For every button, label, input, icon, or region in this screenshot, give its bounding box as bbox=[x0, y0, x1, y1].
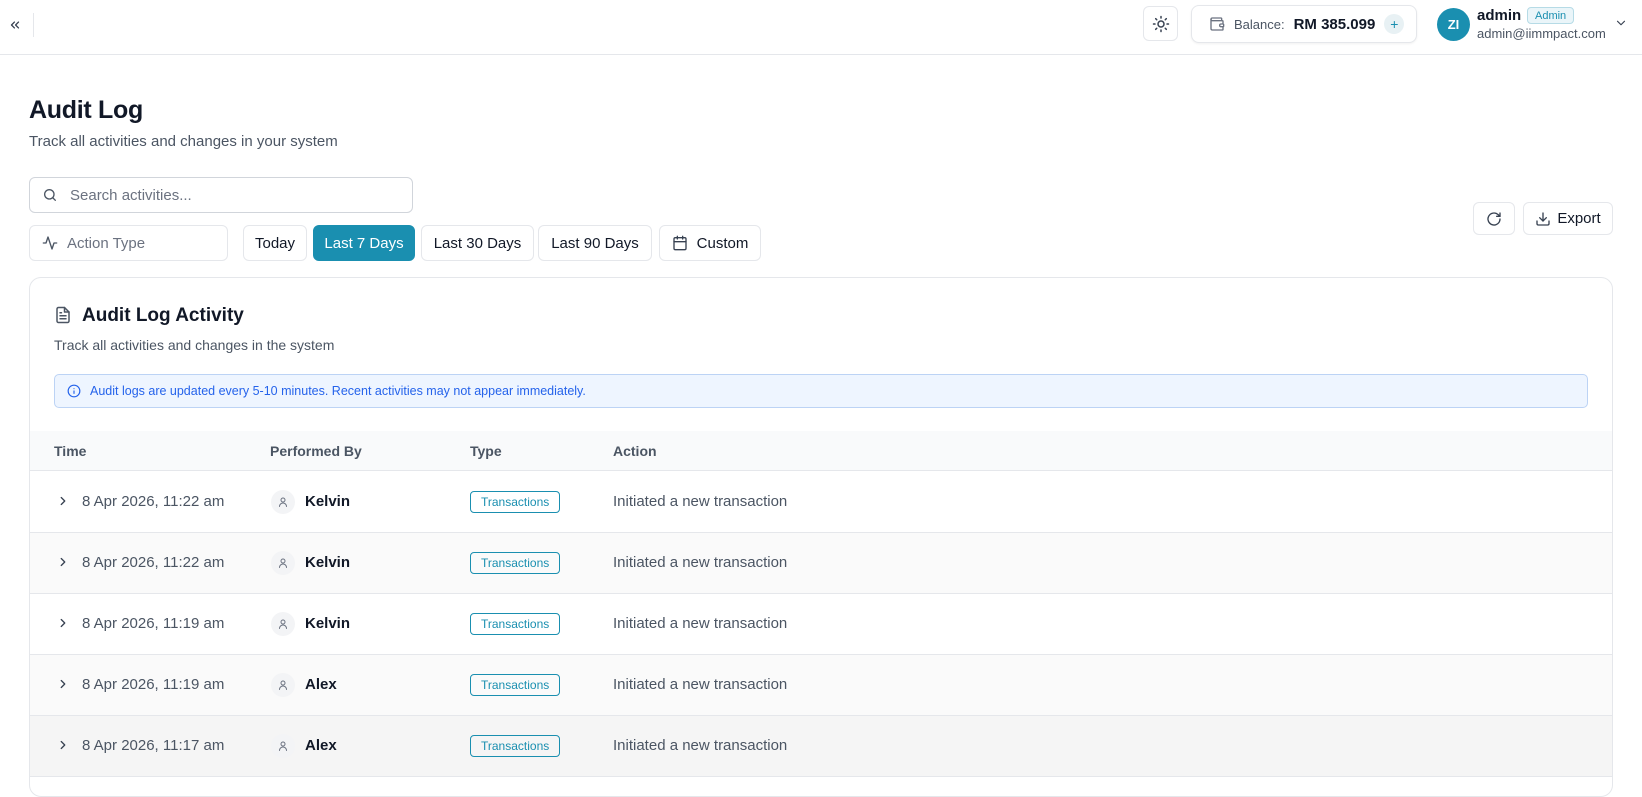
row-time: 8 Apr 2026, 11:22 am bbox=[82, 493, 225, 510]
action-type-select[interactable]: Action Type bbox=[29, 225, 228, 261]
wallet-icon bbox=[1209, 16, 1225, 32]
balance-label: Balance: bbox=[1234, 16, 1285, 32]
user-icon bbox=[271, 673, 295, 697]
type-badge: Transactions bbox=[470, 552, 561, 574]
table-row[interactable]: 8 Apr 2026, 11:19 am Kelvin Transactions… bbox=[30, 594, 1612, 655]
sun-icon bbox=[1152, 15, 1170, 33]
add-balance-button[interactable]: + bbox=[1384, 14, 1405, 34]
row-action: Initiated a new transaction bbox=[613, 493, 788, 510]
type-badge: Transactions bbox=[470, 674, 561, 696]
notice-text: Audit logs are updated every 5-10 minute… bbox=[90, 384, 586, 398]
card-title: Audit Log Activity bbox=[82, 305, 244, 326]
row-action: Initiated a new transaction bbox=[613, 676, 788, 693]
balance-value: RM 385.099 bbox=[1293, 15, 1376, 33]
table-header: Time Performed By Type Action bbox=[30, 431, 1612, 471]
row-time: 8 Apr 2026, 11:19 am bbox=[82, 676, 225, 693]
chevron-down-icon[interactable] bbox=[1614, 16, 1628, 30]
chevron-right-icon[interactable] bbox=[56, 738, 70, 752]
user-icon bbox=[271, 612, 295, 636]
table-row[interactable]: 8 Apr 2026, 11:17 am Alex Transactions I… bbox=[30, 716, 1612, 777]
user-icon bbox=[271, 734, 295, 758]
search-box bbox=[29, 177, 413, 213]
user-email: admin@iimmpact.com bbox=[1477, 26, 1606, 41]
avatar[interactable]: ZI bbox=[1437, 8, 1470, 41]
row-user: Kelvin bbox=[305, 615, 351, 632]
type-badge: Transactions bbox=[470, 735, 561, 757]
top-bar: Balance: RM 385.099 + ZI admin Admin adm… bbox=[0, 0, 1642, 55]
search-icon bbox=[42, 187, 58, 203]
filter-today-button[interactable]: Today bbox=[243, 225, 307, 261]
collapse-sidebar-icon[interactable] bbox=[4, 14, 26, 36]
row-user: Alex bbox=[305, 737, 337, 754]
filter-custom-label: Custom bbox=[696, 234, 749, 252]
user-name: admin bbox=[1477, 7, 1522, 24]
type-badge: Transactions bbox=[470, 491, 561, 513]
document-icon bbox=[54, 305, 72, 325]
row-time: 8 Apr 2026, 11:17 am bbox=[82, 737, 225, 754]
download-icon bbox=[1535, 211, 1551, 227]
page-title: Audit Log bbox=[29, 96, 143, 124]
column-performed-by[interactable]: Performed By bbox=[270, 443, 362, 459]
table-row[interactable]: 8 Apr 2026, 11:22 am Kelvin Transactions… bbox=[30, 533, 1612, 594]
export-label: Export bbox=[1557, 210, 1601, 227]
balance-widget: Balance: RM 385.099 + bbox=[1191, 5, 1417, 43]
type-badge: Transactions bbox=[470, 613, 561, 635]
table-row[interactable]: 8 Apr 2026, 11:19 am Alex Transactions I… bbox=[30, 655, 1612, 716]
filter-custom-button[interactable]: Custom bbox=[659, 225, 761, 261]
filter-last-7-days-button[interactable]: Last 7 Days bbox=[313, 225, 415, 261]
filter-last-90-days-button[interactable]: Last 90 Days bbox=[538, 225, 652, 261]
role-badge: Admin bbox=[1527, 7, 1575, 24]
chevron-right-icon[interactable] bbox=[56, 555, 70, 569]
chevron-right-icon[interactable] bbox=[56, 494, 70, 508]
page-subtitle: Track all activities and changes in your… bbox=[29, 133, 338, 150]
user-icon bbox=[271, 490, 295, 514]
row-user: Alex bbox=[305, 676, 337, 693]
row-time: 8 Apr 2026, 11:19 am bbox=[82, 615, 225, 632]
card-subtitle: Track all activities and changes in the … bbox=[54, 337, 335, 353]
activity-icon bbox=[42, 235, 58, 251]
export-button[interactable]: Export bbox=[1523, 202, 1613, 235]
refresh-button[interactable] bbox=[1473, 202, 1515, 235]
theme-toggle-button[interactable] bbox=[1143, 6, 1178, 41]
column-action[interactable]: Action bbox=[613, 443, 657, 459]
row-action: Initiated a new transaction bbox=[613, 615, 788, 632]
calendar-icon bbox=[672, 235, 688, 251]
topbar-divider bbox=[33, 13, 34, 37]
info-icon bbox=[67, 384, 81, 398]
table-row[interactable]: 8 Apr 2026, 11:22 am Kelvin Transactions… bbox=[30, 472, 1612, 533]
row-user: Kelvin bbox=[305, 493, 351, 510]
action-type-placeholder: Action Type bbox=[67, 234, 146, 252]
search-input[interactable] bbox=[70, 178, 400, 212]
user-icon bbox=[271, 551, 295, 575]
chevron-right-icon[interactable] bbox=[56, 677, 70, 691]
audit-log-card: Audit Log Activity Track all activities … bbox=[29, 277, 1613, 797]
refresh-icon bbox=[1486, 211, 1502, 227]
row-user: Kelvin bbox=[305, 554, 351, 571]
column-time[interactable]: Time bbox=[54, 443, 86, 459]
row-action: Initiated a new transaction bbox=[613, 554, 788, 571]
column-type[interactable]: Type bbox=[470, 443, 502, 459]
filter-last-30-days-button[interactable]: Last 30 Days bbox=[421, 225, 534, 261]
info-notice: Audit logs are updated every 5-10 minute… bbox=[54, 374, 1588, 408]
chevron-right-icon[interactable] bbox=[56, 616, 70, 630]
row-action: Initiated a new transaction bbox=[613, 737, 788, 754]
row-time: 8 Apr 2026, 11:22 am bbox=[82, 554, 225, 571]
